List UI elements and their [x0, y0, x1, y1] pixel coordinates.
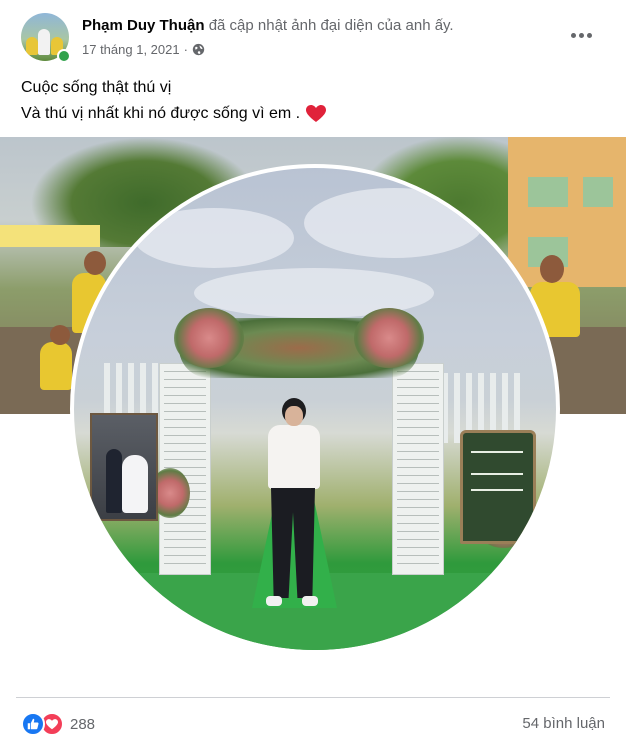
- reactions-summary[interactable]: 288: [21, 712, 95, 736]
- wedding-photo-frame: [90, 413, 158, 521]
- more-options-button[interactable]: [567, 25, 595, 45]
- online-status-indicator: [57, 49, 71, 63]
- profile-picture-circle: [70, 164, 560, 654]
- comment-count-link[interactable]: 54 bình luận: [522, 715, 605, 732]
- reaction-count[interactable]: 288: [70, 716, 95, 733]
- caption-line-1: Cuộc sống thật thú vị: [21, 79, 172, 96]
- globe-icon[interactable]: [192, 43, 205, 56]
- welcome-board: [460, 430, 536, 544]
- post-meta: 17 tháng 1, 2021 ·: [82, 42, 205, 57]
- caption-line-2: Và thú vị nhất khi nó được sống vì em .: [21, 101, 326, 127]
- facebook-post: Phạm Duy Thuận đã cập nhật ảnh đại diện …: [0, 0, 626, 742]
- post-header: Phạm Duy Thuận đã cập nhật ảnh đại diện …: [21, 13, 611, 63]
- post-action-text: đã cập nhật ảnh đại diện của anh ấy.: [208, 17, 454, 34]
- author-name-link[interactable]: Phạm Duy Thuận: [82, 17, 205, 34]
- caption-line-2-text: Và thú vị nhất khi nó được sống vì em .: [21, 105, 301, 122]
- footer-divider: [16, 697, 610, 698]
- red-heart-icon: [305, 104, 326, 122]
- profile-photo[interactable]: [0, 137, 626, 692]
- meta-separator: ·: [183, 42, 188, 57]
- like-reaction-icon: [21, 712, 45, 736]
- post-title: Phạm Duy Thuận đã cập nhật ảnh đại diện …: [82, 17, 454, 34]
- post-date-link[interactable]: 17 tháng 1, 2021: [82, 42, 180, 57]
- post-caption: Cuộc sống thật thú vị Và thú vị nhất khi…: [21, 75, 326, 127]
